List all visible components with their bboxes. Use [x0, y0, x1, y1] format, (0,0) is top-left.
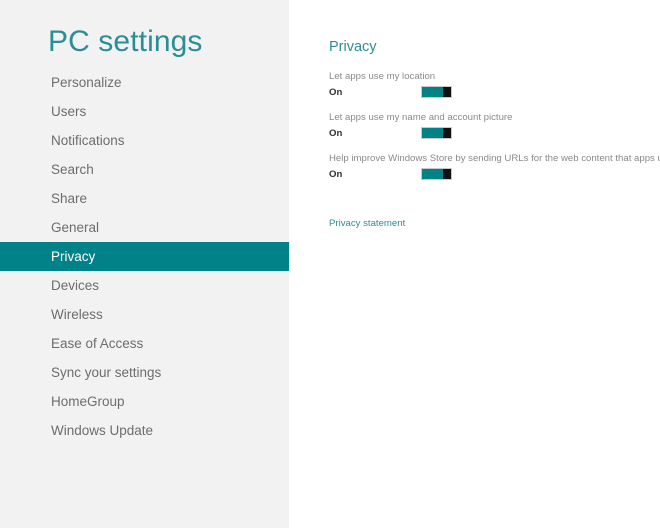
sidebar-item-label: General: [51, 220, 100, 235]
setting-description: Help improve Windows Store by sending UR…: [329, 153, 660, 164]
setting-row: On: [329, 85, 652, 100]
setting-row: On: [329, 167, 652, 182]
toggle-thumb[interactable]: [443, 87, 451, 97]
sidebar-item-label: Wireless: [51, 307, 103, 322]
setting-block: Help improve Windows Store by sending UR…: [329, 152, 660, 182]
toggle-state-label: On: [329, 128, 343, 139]
sidebar-item-label: Devices: [51, 278, 100, 293]
sidebar-item-label: Ease of Access: [51, 336, 144, 351]
setting-row: On: [329, 126, 652, 141]
sidebar-item-label: Search: [51, 162, 94, 177]
sidebar-item-share[interactable]: Share: [0, 184, 289, 213]
sidebar-item-homegroup[interactable]: HomeGroup: [0, 387, 289, 416]
setting-description: Let apps use my location: [329, 71, 436, 82]
sidebar-item-label: Windows Update: [51, 423, 154, 438]
settings-nav-list: Personalize Users Notifications Search Share…: [0, 68, 289, 445]
sidebar-item-label: Notifications: [51, 133, 125, 148]
toggle-thumb[interactable]: [443, 169, 451, 179]
sidebar-item-general[interactable]: General: [0, 213, 289, 242]
privacy-statement-link[interactable]: Privacy statement: [329, 217, 405, 230]
sidebar-item-label: Personalize: [51, 75, 122, 90]
sidebar-item-ease-of-access[interactable]: Ease of Access: [0, 329, 289, 358]
page-title: PC settings: [48, 25, 203, 58]
settings-content-pane: Privacy Let apps use my location On Let ap…: [289, 0, 660, 528]
sidebar-item-personalize[interactable]: Personalize: [0, 68, 289, 97]
toggle-switch[interactable]: [421, 86, 452, 98]
sidebar-item-label: HomeGroup: [51, 394, 125, 409]
setting-block: Let apps use my location On: [329, 70, 652, 100]
sidebar-item-label: Sync your settings: [51, 365, 162, 380]
setting-description: Let apps use my name and account picture: [329, 112, 513, 123]
sidebar-item-sync-your-settings[interactable]: Sync your settings: [0, 358, 289, 387]
toggle-track: [422, 169, 443, 179]
sidebar-item-users[interactable]: Users: [0, 97, 289, 126]
setting-block: Let apps use my name and account picture…: [329, 111, 652, 141]
sidebar-item-notifications[interactable]: Notifications: [0, 126, 289, 155]
sidebar-item-wireless[interactable]: Wireless: [0, 300, 289, 329]
sidebar-item-label: Users: [51, 104, 87, 119]
sidebar-item-search[interactable]: Search: [0, 155, 289, 184]
sidebar-item-privacy[interactable]: Privacy: [0, 242, 289, 271]
toggle-track: [422, 87, 443, 97]
toggle-state-label: On: [329, 87, 343, 98]
sidebar-item-label: Share: [51, 191, 88, 206]
settings-sidebar: PC settings Personalize Users Notification…: [0, 0, 289, 528]
toggle-state-label: On: [329, 169, 343, 180]
toggle-switch[interactable]: [421, 168, 452, 180]
toggle-track: [422, 128, 443, 138]
pc-settings-screen: PC settings Personalize Users Notification…: [0, 0, 660, 528]
sidebar-item-label: Privacy: [51, 249, 96, 264]
sidebar-item-devices[interactable]: Devices: [0, 271, 289, 300]
sidebar-item-windows-update[interactable]: Windows Update: [0, 416, 289, 445]
toggle-switch[interactable]: [421, 127, 452, 139]
privacy-panel: Privacy Let apps use my location On Let ap…: [329, 38, 660, 231]
toggle-thumb[interactable]: [443, 128, 451, 138]
privacy-settings-list: Let apps use my location On Let apps use m…: [329, 70, 660, 182]
section-heading: Privacy: [329, 39, 377, 55]
